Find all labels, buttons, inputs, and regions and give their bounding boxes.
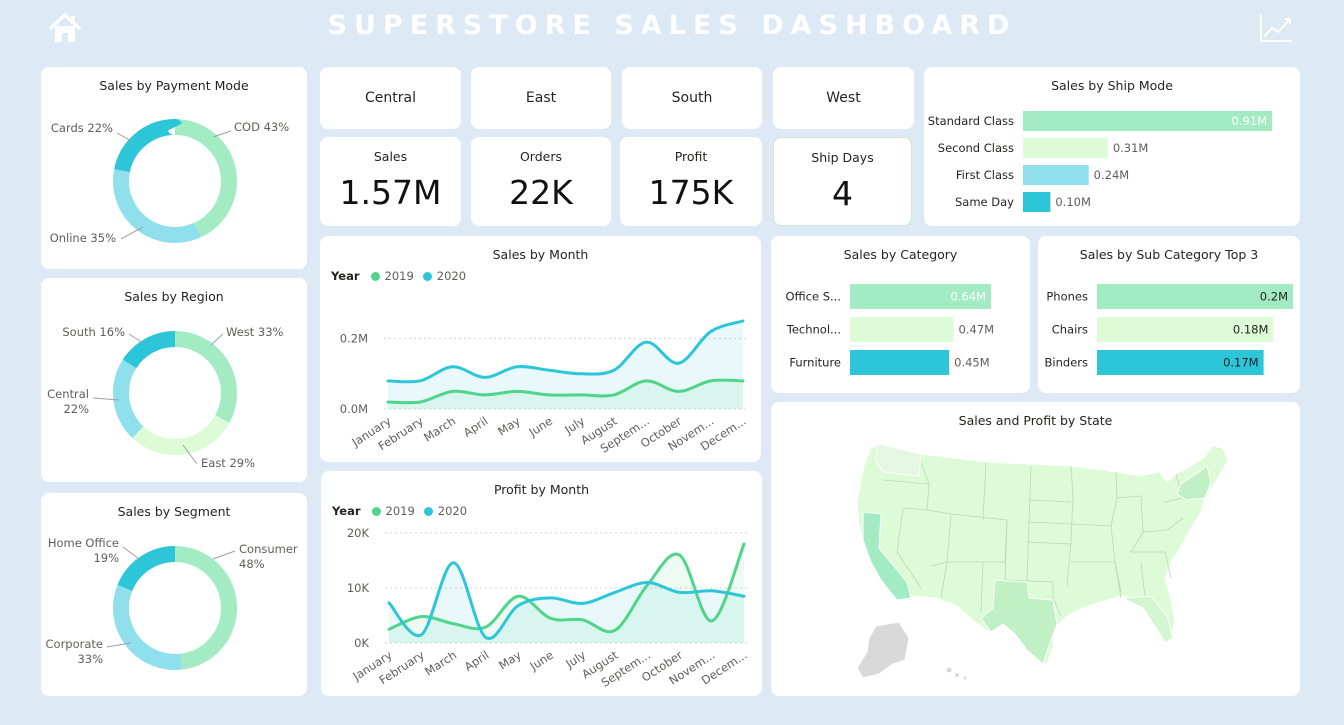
x-tick-label: May: [496, 648, 524, 673]
bar-category-label: Second Class: [938, 141, 1014, 155]
donut-data-label: Online 35%: [50, 231, 116, 245]
sales-by-month-card: Sales by Month Year 2019 2020 0.0M 0.2M Ja…: [320, 236, 761, 462]
kpi-ship-days-card: Ship Days 4: [773, 137, 912, 226]
bar-category-label: Chairs: [1052, 323, 1088, 337]
y-tick-label: 20K: [347, 526, 370, 540]
category-card: Sales by Category Office S... 0.64M Techno…: [771, 236, 1030, 393]
payment-mode-donut[interactable]: COD 43% Online 35% Cards 22%: [41, 67, 307, 269]
x-tick-label: April: [462, 648, 492, 674]
subcategory-card: Sales by Sub Category Top 3 Phones 0.2M Ch…: [1038, 236, 1300, 393]
kpi-profit-card: Profit 175K: [620, 137, 762, 226]
region-button-west[interactable]: West: [773, 67, 914, 129]
category-bar-chart[interactable]: Office S... 0.64M Technol... 0.47M Furniture…: [771, 236, 1030, 393]
donut-leader-line: [116, 132, 134, 143]
x-tick-label: April: [461, 414, 491, 440]
bar-data-label: 0.17M: [1223, 356, 1259, 370]
y-tick-label: 0.0M: [340, 402, 368, 416]
region-card: Sales by Region West 33% East 29% Central 2…: [41, 278, 307, 482]
bar-data-label: 0.45M: [954, 356, 990, 370]
profit-by-month-card: Profit by Month Year 2019 2020 0K 10K 20K J…: [321, 471, 762, 696]
region-button-central[interactable]: Central: [320, 67, 461, 129]
bar-data-label: 0.10M: [1055, 195, 1091, 209]
bar-category-label: Phones: [1046, 290, 1088, 304]
segment-donut[interactable]: Consumer 48% Corporate 33% Home Office 19%: [41, 493, 307, 696]
hawaii-shape: [954, 672, 960, 678]
y-tick-label: 10K: [347, 581, 370, 595]
kpi-profit-label: Profit: [674, 149, 708, 164]
y-tick-label: 0.2M: [340, 332, 368, 346]
donut-leader-line: [210, 333, 224, 346]
bar-category-label: Furniture: [789, 356, 841, 370]
bar-category-label: Standard Class: [928, 114, 1014, 128]
bar-data-label: 0.31M: [1113, 141, 1149, 155]
bar-category-label: Office S...: [786, 290, 842, 304]
donut-data-label: Central 22%: [47, 387, 89, 416]
kpi-orders-label: Orders: [519, 149, 563, 164]
sales-by-month-chart[interactable]: 0.0M0.2MJanuaryFebruaryMarch April May June…: [320, 236, 761, 462]
line-chart-icon[interactable]: [1259, 13, 1294, 43]
kpi-sales-value: 1.57M: [339, 173, 442, 212]
donut-data-label: Consumer 48%: [239, 542, 298, 571]
dashboard-title: SUPERSTORE SALES DASHBOARD: [327, 10, 1017, 41]
donut-data-label: South 16%: [62, 325, 125, 339]
bar[interactable]: [1023, 138, 1108, 158]
x-tick-label: March: [421, 414, 458, 445]
bar-category-label: Binders: [1045, 356, 1088, 370]
bar[interactable]: [1023, 192, 1051, 212]
profit-by-month-chart[interactable]: 0K10K20KJanuaryFebruaryMarch April May June…: [321, 471, 762, 696]
hawaii-shape: [962, 675, 968, 681]
region-donut[interactable]: West 33% East 29% Central 22% South 16%: [41, 278, 307, 482]
donut-data-label: Corporate 33%: [46, 637, 104, 666]
kpi-profit-value: 175K: [648, 173, 734, 212]
bar-data-label: 0.24M: [1094, 168, 1130, 182]
state-map-card: Sales and Profit by State: [771, 402, 1300, 696]
region-button-south[interactable]: South: [622, 67, 762, 129]
bar-data-label: 0.64M: [950, 290, 986, 304]
donut-leader-line: [212, 130, 232, 138]
bar-data-label: 0.91M: [1231, 114, 1267, 128]
bar[interactable]: [850, 350, 950, 375]
segment-card: Sales by Segment Consumer 48% Corporate 33%…: [41, 493, 307, 696]
donut-data-label: Cards 22%: [51, 121, 113, 135]
kpi-ship-days-label: Ship Days: [811, 150, 874, 165]
donut-data-label: Home Office 19%: [48, 536, 119, 565]
kpi-orders-value: 22K: [509, 173, 573, 212]
bar-data-label: 0.47M: [959, 323, 995, 337]
bar-category-label: First Class: [956, 168, 1014, 182]
bar[interactable]: [850, 317, 954, 342]
donut-data-label: West 33%: [226, 325, 284, 339]
x-tick-label: March: [422, 648, 459, 679]
kpi-sales-card: Sales 1.57M: [320, 137, 461, 226]
bar-category-label: Technol...: [786, 323, 841, 337]
bar-data-label: 0.18M: [1233, 323, 1269, 337]
region-button-east[interactable]: East: [471, 67, 611, 129]
subcategory-bar-chart[interactable]: Phones 0.2M Chairs 0.18M Binders 0.17M: [1038, 236, 1300, 393]
x-tick-label: June: [527, 648, 556, 674]
donut-leader-line: [128, 333, 146, 345]
kpi-ship-days-value: 4: [832, 174, 853, 213]
y-tick-label: 0K: [354, 636, 369, 650]
bar[interactable]: [1023, 165, 1089, 185]
bar-data-label: 0.2M: [1260, 290, 1288, 304]
ship-mode-bar-chart[interactable]: Standard Class 0.91M Second Class 0.31M Firs…: [924, 67, 1300, 226]
donut-leader-line: [212, 550, 236, 560]
us-state-map[interactable]: [771, 402, 1300, 696]
donut-data-label: COD 43%: [234, 120, 289, 134]
donut-leader-line: [120, 226, 144, 240]
donut-leader-line: [122, 546, 140, 560]
bar-category-label: Same Day: [955, 195, 1014, 209]
hawaii-shape: [945, 666, 953, 674]
kpi-sales-label: Sales: [373, 149, 408, 164]
x-tick-label: June: [526, 414, 555, 440]
payment-mode-card: Sales by Payment Mode COD 43% Online 35% C…: [41, 67, 307, 269]
donut-data-label: East 29%: [201, 456, 255, 470]
alaska-shape: [856, 621, 910, 679]
x-tick-label: May: [495, 414, 523, 439]
kpi-orders-card: Orders 22K: [471, 137, 611, 226]
ship-mode-card: Sales by Ship Mode Standard Class 0.91M Se…: [924, 67, 1300, 226]
